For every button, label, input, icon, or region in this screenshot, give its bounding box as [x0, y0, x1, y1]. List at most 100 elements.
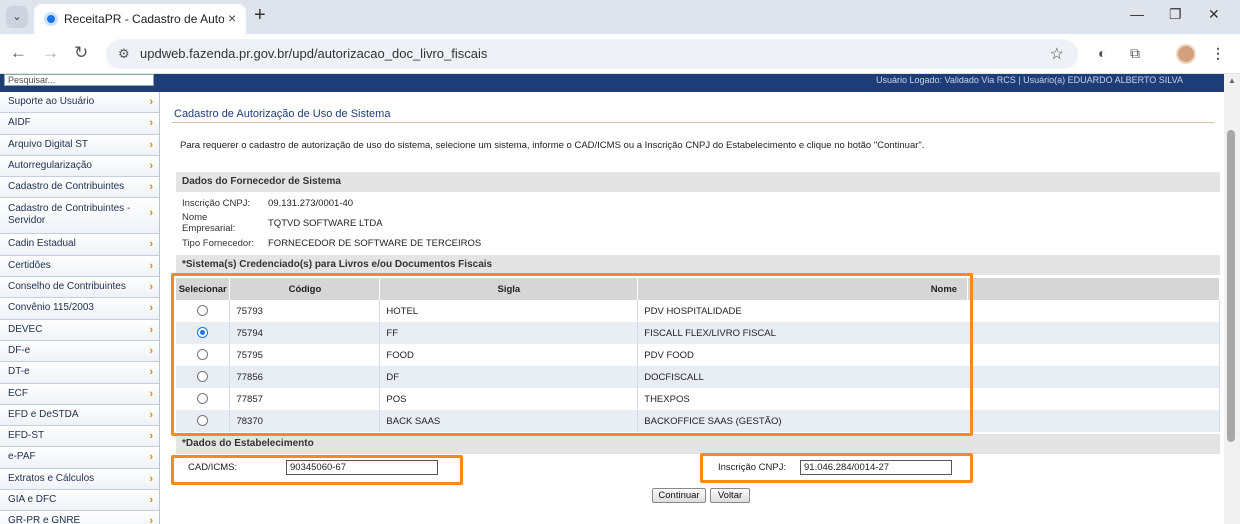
extensions-icon[interactable]: ⧉	[1130, 45, 1140, 62]
supplier-cnpj-label: Inscrição CNPJ:	[182, 198, 251, 209]
sidebar-item-gia-dfc[interactable]: GIA e DFC ›	[0, 490, 159, 512]
chevron-right-icon: ›	[149, 344, 153, 357]
system-radio-selected[interactable]	[197, 327, 209, 339]
row-nome: DOCFISCALL	[637, 366, 1220, 388]
address-bar[interactable]: ⚙ updweb.fazenda.pr.gov.br/upd/autorizac…	[106, 39, 1078, 69]
sidebar-item-convenio-115[interactable]: Convênio 115/2003 ›	[0, 298, 159, 320]
table-row[interactable]: 75795 FOOD PDV FOOD	[176, 344, 1220, 366]
sidebar-item-dt-e[interactable]: DT-e ›	[0, 362, 159, 384]
menu-kebab-icon[interactable]: ⋮	[1211, 45, 1225, 62]
row-sigla: POS	[379, 388, 639, 410]
browser-toolbar: ← → ↻ ⚙ updweb.fazenda.pr.gov.br/upd/aut…	[0, 34, 1240, 74]
row-codigo: 77857	[229, 388, 381, 410]
site-settings-icon[interactable]: ⚙	[118, 46, 130, 62]
system-radio[interactable]	[197, 349, 209, 361]
profile-avatar[interactable]	[1176, 44, 1196, 64]
row-nome: BACKOFFICE SAAS (GESTÃO)	[637, 410, 1220, 432]
sidebar-item-certidoes[interactable]: Certidões ›	[0, 255, 159, 278]
page-title: Cadastro de Autorização de Uso de Sistem…	[174, 108, 391, 120]
system-radio[interactable]	[197, 371, 209, 383]
row-nome: PDV FOOD	[637, 344, 1220, 366]
reload-icon[interactable]: ↻	[74, 43, 88, 63]
tab-close-icon[interactable]: ×	[228, 10, 236, 26]
table-row[interactable]: 75794 FF FISCALL FLEX/LIVRO FISCAL	[176, 322, 1220, 344]
screen: ⌄ ReceitaPR - Cadastro de Autori: × + — …	[0, 0, 1240, 524]
favicon-icon	[44, 12, 58, 26]
supplier-cnpj-value: 09.131.273/0001-40	[268, 198, 354, 209]
system-radio[interactable]	[197, 305, 209, 317]
table-row[interactable]: 78370 BACK SAAS BACKOFFICE SAAS (GESTÃO)	[176, 410, 1220, 432]
back-button[interactable]: Voltar	[710, 488, 750, 503]
row-nome: PDV HOSPITALIDADE	[637, 300, 1220, 322]
bookmark-star-icon[interactable]: ☆	[1050, 44, 1064, 64]
page-scrollbar[interactable]: ▲	[1224, 74, 1240, 524]
chevron-right-icon: ›	[149, 387, 153, 400]
row-codigo: 75794	[229, 322, 381, 344]
sidebar-item-autorregularizacao[interactable]: Autorregularização ›	[0, 155, 159, 178]
chevron-right-icon: ›	[149, 494, 153, 507]
system-radio[interactable]	[197, 415, 209, 427]
table-row[interactable]: 77857 POS THEXPOS	[176, 388, 1220, 410]
cnpj-input[interactable]	[800, 460, 952, 475]
col-nome: Nome	[637, 278, 969, 300]
sidebar-item-aidf[interactable]: AIDF ›	[0, 113, 159, 135]
sidebar-item-cadastro-contribuintes[interactable]: Cadastro de Contribuintes ›	[0, 177, 159, 199]
chevron-right-icon: ›	[149, 207, 153, 220]
browser-tabbar: ⌄ ReceitaPR - Cadastro de Autori: × + — …	[0, 0, 1240, 34]
scroll-up-icon[interactable]: ▲	[1228, 76, 1236, 85]
chevron-right-icon: ›	[149, 430, 153, 443]
forward-icon[interactable]: →	[42, 43, 59, 63]
sidebar-item-devec[interactable]: DEVEC ›	[0, 319, 159, 341]
search-input[interactable]: Pesquisar...	[4, 74, 154, 86]
scroll-thumb[interactable]	[1227, 130, 1235, 442]
supplier-type-value: FORNECEDOR DE SOFTWARE DE TERCEIROS	[268, 238, 482, 249]
chevron-right-icon: ›	[149, 259, 153, 272]
row-codigo: 75795	[229, 344, 381, 366]
window-close-icon[interactable]: ✕	[1208, 6, 1220, 23]
chevron-right-icon: ›	[149, 159, 153, 172]
sidebar-item-extratos-calculos[interactable]: Extratos e Cálculos ›	[0, 468, 159, 491]
minimize-icon[interactable]: —	[1130, 6, 1144, 22]
restore-icon[interactable]: ❐	[1169, 6, 1182, 23]
chevron-right-icon: ›	[149, 366, 153, 379]
sidebar-menu: Suporte ao Usuário › AIDF › Arquivo Digita…	[0, 92, 160, 524]
system-radio[interactable]	[197, 393, 209, 405]
sidebar-item-e-paf[interactable]: e-PAF ›	[0, 447, 159, 469]
new-tab-icon[interactable]: +	[254, 4, 266, 27]
supplier-name-value: TQTVD SOFTWARE LTDA	[268, 218, 383, 229]
supplier-type-label: Tipo Fornecedor:	[182, 238, 254, 249]
systems-section-header: *Sistema(s) Credenciado(s) para Livros e…	[176, 255, 1220, 275]
sidebar-item-conselho-contribuintes[interactable]: Conselho de Contribuintes ›	[0, 277, 159, 299]
sidebar-item-arquivo-digital-st[interactable]: Arquivo Digital ST ›	[0, 134, 159, 156]
sidebar-item-ecf[interactable]: ECF ›	[0, 383, 159, 405]
back-icon[interactable]: ←	[10, 43, 27, 63]
col-codigo: Código	[229, 278, 381, 300]
row-sigla: FF	[379, 322, 639, 344]
row-sigla: FOOD	[379, 344, 639, 366]
tab-search-icon[interactable]: ⌄	[6, 6, 28, 28]
sidebar-item-suporte[interactable]: Suporte ao Usuário ›	[0, 92, 159, 114]
table-row[interactable]: 77856 DF DOCFISCALL	[176, 366, 1220, 388]
title-divider	[172, 122, 1214, 123]
continue-button[interactable]: Continuar	[652, 488, 706, 503]
chevron-right-icon: ›	[149, 515, 153, 524]
row-codigo: 75793	[229, 300, 381, 322]
sidebar-item-gr-pr-gnre[interactable]: GR-PR e GNRE ›	[0, 511, 159, 524]
sidebar-item-efd-destda[interactable]: EFD e DeSTDA ›	[0, 404, 159, 427]
lens-icon[interactable]: ◐	[1098, 45, 1106, 61]
table-row[interactable]: 75793 HOTEL PDV HOSPITALIDADE	[176, 300, 1220, 322]
sidebar-item-df-e[interactable]: DF-e ›	[0, 340, 159, 363]
chevron-right-icon: ›	[149, 408, 153, 421]
supplier-section-header: Dados do Fornecedor de Sistema	[176, 172, 1220, 192]
sidebar-item-cadastro-contribuintes-servidor[interactable]: Cadastro de Contribuintes - Servidor ›	[0, 198, 159, 235]
browser-tab[interactable]: ReceitaPR - Cadastro de Autori: ×	[34, 4, 246, 34]
chevron-right-icon: ›	[149, 451, 153, 464]
chevron-right-icon: ›	[149, 302, 153, 315]
cad-icms-input[interactable]	[286, 460, 438, 475]
establishment-section-header: *Dados do Estabelecimento	[176, 434, 1220, 454]
sidebar-item-cadin-estadual[interactable]: Cadin Estadual ›	[0, 234, 159, 256]
sidebar-item-efd-st[interactable]: EFD-ST ›	[0, 426, 159, 448]
tab-title: ReceitaPR - Cadastro de Autori:	[64, 12, 224, 26]
chevron-right-icon: ›	[149, 238, 153, 251]
row-codigo: 77856	[229, 366, 381, 388]
